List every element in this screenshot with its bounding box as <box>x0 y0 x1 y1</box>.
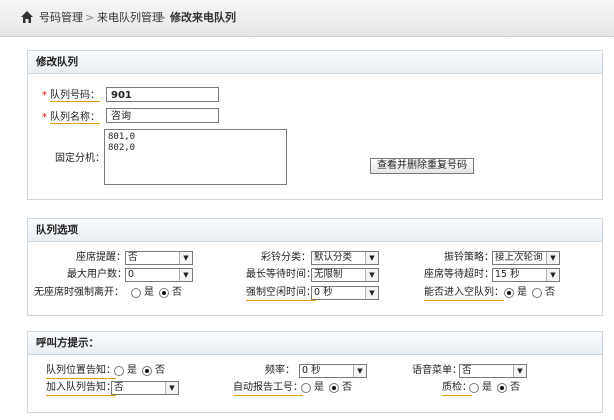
select-value: 接上次轮询 <box>495 252 543 263</box>
chevron-down-icon: ▼ <box>365 287 378 299</box>
auto-report-yes-radio[interactable] <box>301 383 311 393</box>
auto-report-no-radio[interactable] <box>329 383 339 393</box>
select-value: 否 <box>114 382 124 393</box>
breadcrumb-item-number-management[interactable]: 号码管理 <box>39 11 83 25</box>
queue-name-label: * 队列名称： <box>42 112 100 124</box>
empty-queue-label: 能否进入空队列： <box>424 286 504 301</box>
select-value: 否 <box>128 252 138 263</box>
quality-check-yes-radio[interactable] <box>469 383 479 393</box>
required-marker: * <box>42 90 47 101</box>
radio-label-yes: 是 <box>517 287 527 298</box>
seat-remind-select[interactable]: 否 ▼ <box>125 251 193 265</box>
radio-label-yes: 是 <box>314 382 324 393</box>
panel-title: 修改队列 <box>28 51 602 74</box>
ring-strategy-label: 振铃策略： <box>444 252 494 263</box>
select-value: 无限制 <box>314 269 343 280</box>
breadcrumb-item-current: 修改来电队列 <box>170 11 236 24</box>
radio-label-no: 否 <box>172 287 182 298</box>
fixed-extensions-label: 固定分机： <box>55 153 105 164</box>
chevron-down-icon: ▼ <box>165 382 178 394</box>
breadcrumb-bar: 号码管理 > 来电队列管理 > 修改来电队列 <box>0 0 614 37</box>
queue-name-input[interactable]: 咨询 <box>106 108 219 123</box>
voice-menu-select[interactable]: 否 ▼ <box>459 364 527 378</box>
select-value: 默认分类 <box>314 252 353 263</box>
empty-queue-yes-radio[interactable] <box>504 288 514 298</box>
fixed-extensions-textarea[interactable]: 801,0 802,0 <box>104 129 287 185</box>
quality-check-no-radio[interactable] <box>497 383 507 393</box>
auto-report-label: 自动报告工号： <box>233 381 303 396</box>
panel-title: 队列选项 <box>28 219 602 242</box>
queue-number-label: * 队列号码： <box>42 90 100 102</box>
frequency-select[interactable]: 0 秒 ▼ <box>299 364 367 378</box>
voice-menu-label: 语音菜单： <box>412 365 462 376</box>
chevron-down-icon: ▼ <box>546 252 559 264</box>
ring-strategy-select[interactable]: 接上次轮询 ▼ <box>492 251 560 265</box>
breadcrumb-separator: > <box>157 11 167 24</box>
breadcrumb-separator: > <box>85 11 95 24</box>
caller-prompt-panel: 呼叫方提示： 队列位置告知： 是 否 频率： 0 秒 ▼ 语音菜单： 否 ▼ 加入队… <box>27 331 603 413</box>
required-marker: * <box>42 112 47 123</box>
max-users-select[interactable]: 0 ▼ <box>125 268 193 282</box>
chevron-down-icon: ▼ <box>179 269 192 281</box>
queue-options-panel: 队列选项 座席提醒： 否 ▼ 彩铃分类： 默认分类 ▼ 振铃策略： 接上次轮询 ▼ 最… <box>27 218 603 316</box>
no-seat-leave-no-radio[interactable] <box>159 288 169 298</box>
no-seat-leave-yes-radio[interactable] <box>131 288 141 298</box>
radio-label-yes: 是 <box>127 365 137 376</box>
select-value: 否 <box>462 365 472 376</box>
seat-timeout-label: 座席等待超时： <box>424 269 494 280</box>
select-value: 0 秒 <box>302 365 321 376</box>
select-value: 0 <box>128 269 135 280</box>
radio-label-no: 否 <box>545 287 555 298</box>
select-value: 0 秒 <box>314 287 333 298</box>
queue-number-input[interactable]: 901 <box>106 87 219 102</box>
chevron-down-icon: ▼ <box>353 365 366 377</box>
max-users-label: 最大用户数： <box>67 269 127 280</box>
view-delete-duplicates-button[interactable]: 查看并删除重复号码 <box>370 158 474 174</box>
ringback-label: 彩铃分类： <box>261 252 311 263</box>
chevron-down-icon: ▼ <box>546 269 559 281</box>
ringback-select[interactable]: 默认分类 ▼ <box>311 251 379 265</box>
seat-timeout-select[interactable]: 15 秒 ▼ <box>492 268 560 282</box>
frequency-label: 频率： <box>265 365 295 376</box>
radio-label-no: 否 <box>155 365 165 376</box>
force-idle-select[interactable]: 0 秒 ▼ <box>311 286 379 300</box>
seat-remind-label: 座席提醒： <box>76 252 126 263</box>
position-notify-yes-radio[interactable] <box>114 366 124 376</box>
quality-check-label: 质检： <box>442 381 472 396</box>
breadcrumb-item-queue-management[interactable]: 来电队列管理 <box>97 11 163 25</box>
position-notify-no-radio[interactable] <box>142 366 152 376</box>
empty-queue-no-radio[interactable] <box>532 288 542 298</box>
radio-label-yes: 是 <box>482 382 492 393</box>
force-idle-label: 强制空闲时间： <box>246 286 316 301</box>
select-value: 15 秒 <box>495 269 520 280</box>
join-notify-select[interactable]: 否 ▼ <box>111 381 179 395</box>
position-notify-label: 队列位置告知： <box>46 364 116 379</box>
max-wait-label: 最长等待时间： <box>246 269 316 280</box>
join-notify-label: 加入队列告知： <box>46 381 116 396</box>
max-wait-select[interactable]: 无限制 ▼ <box>311 268 379 282</box>
panel-title: 呼叫方提示： <box>28 332 602 355</box>
chevron-down-icon: ▼ <box>365 269 378 281</box>
radio-label-yes: 是 <box>144 287 154 298</box>
edit-queue-panel: 修改队列 * 队列号码： 901 * 队列名称： 咨询 固定分机： 801,0 80… <box>27 50 603 200</box>
radio-label-no: 否 <box>510 382 520 393</box>
chevron-down-icon: ▼ <box>179 252 192 264</box>
chevron-down-icon: ▼ <box>513 365 526 377</box>
chevron-down-icon: ▼ <box>365 252 378 264</box>
no-seat-leave-label: 无座席时强制离开： <box>34 287 124 298</box>
radio-label-no: 否 <box>342 382 352 393</box>
home-icon[interactable] <box>20 10 34 24</box>
